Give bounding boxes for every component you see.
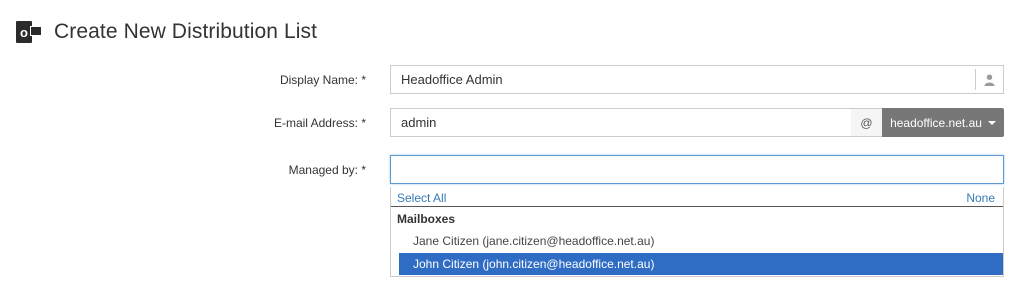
domain-label: headoffice.net.au: [890, 115, 982, 130]
email-label: E-mail Address: *: [273, 116, 366, 130]
display-name-input[interactable]: [391, 66, 976, 93]
select-none-link[interactable]: None: [966, 191, 995, 205]
display-name-label: Display Name: *: [279, 73, 366, 87]
page-header: o Create New Distribution List: [16, 16, 317, 48]
managed-by-input[interactable]: [391, 156, 1003, 183]
managed-by-field[interactable]: [390, 155, 1004, 184]
outlook-icon: o: [16, 20, 42, 44]
email-field[interactable]: [390, 108, 852, 137]
dropdown-option[interactable]: Jane Citizen (jane.citizen@headoffice.ne…: [399, 230, 1003, 252]
person-icon[interactable]: [975, 69, 1003, 90]
dropdown-actions: Select All None: [391, 187, 1003, 207]
caret-down-icon: [987, 120, 996, 125]
select-all-link[interactable]: Select All: [397, 191, 446, 205]
managed-by-label: Managed by: *: [288, 163, 366, 177]
email-input[interactable]: [391, 109, 851, 136]
display-name-field[interactable]: [390, 65, 1004, 94]
page-title: Create New Distribution List: [54, 20, 318, 43]
mailboxes-group-label: Mailboxes: [397, 212, 456, 226]
domain-dropdown-button[interactable]: headoffice.net.au: [882, 108, 1004, 137]
at-addon: @: [851, 108, 883, 137]
managed-by-dropdown: Select All None Mailboxes Jane Citizen (…: [390, 187, 1004, 277]
dropdown-option-selected[interactable]: John Citizen (john.citizen@headoffice.ne…: [399, 253, 1003, 275]
